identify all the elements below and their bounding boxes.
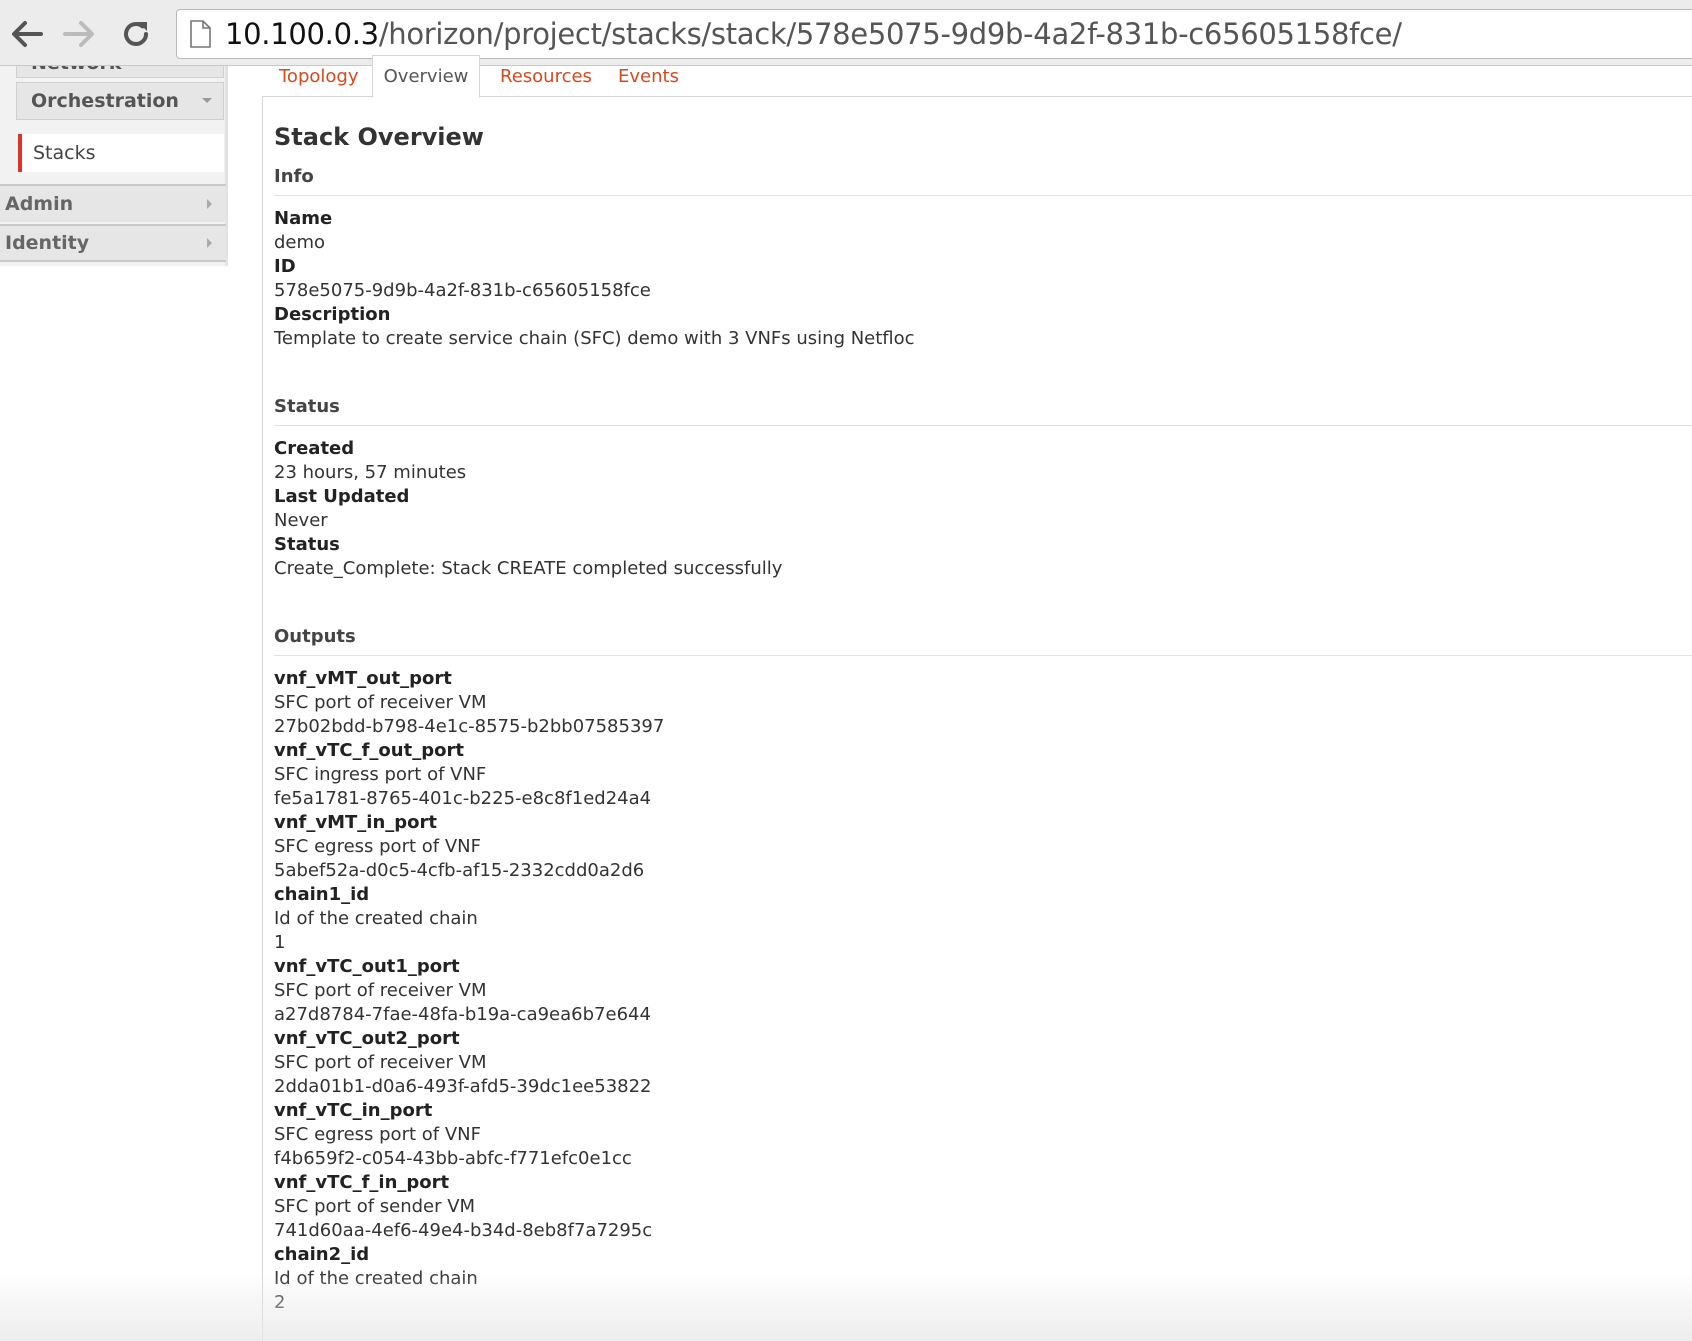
output-value: 741d60aa-4ef6-49e4-b34d-8eb8f7a7295c <box>274 1220 653 1241</box>
arrow-right-icon <box>63 21 94 47</box>
output-key: vnf_vTC_f_out_port <box>274 740 464 761</box>
output-description: Id of the created chain <box>274 1268 478 1289</box>
browser-toolbar: 10.100.0.3/horizon/project/stacks/stack/… <box>0 0 1692 66</box>
output-description: SFC port of receiver VM <box>274 980 487 1001</box>
created-label: Created <box>274 438 355 459</box>
output-key: chain2_id <box>274 1244 370 1265</box>
tab-bar: Topology Overview Resources Events <box>262 55 1692 98</box>
output-key: vnf_vTC_out2_port <box>274 1028 460 1049</box>
sidebar-item-admin[interactable]: Admin <box>0 184 226 222</box>
status-value: Create_Complete: Stack CREATE completed … <box>274 558 783 579</box>
output-value: 1 <box>274 932 286 953</box>
output-key: chain1_id <box>274 884 370 905</box>
sidebar-item-label: Stacks <box>33 142 96 164</box>
output-description: SFC port of receiver VM <box>274 692 487 713</box>
output-key: vnf_vTC_f_in_port <box>274 1172 450 1193</box>
status-label: Status <box>274 534 340 555</box>
created-value: 23 hours, 57 minutes <box>274 462 467 483</box>
info-list: Name demo ID 578e5075-9d9b-4a2f-831b-c65… <box>274 207 1674 351</box>
output-key: vnf_vTC_out1_port <box>274 956 460 977</box>
description-label: Description <box>274 304 391 325</box>
last-updated-value: Never <box>274 510 328 531</box>
sidebar-item-label: Network <box>31 66 121 74</box>
info-heading: Info <box>274 166 314 187</box>
sidebar: Network Orchestration Stacks Admin Ident… <box>0 66 228 286</box>
output-key: vnf_vTC_in_port <box>274 1100 433 1121</box>
output-description: SFC egress port of VNF <box>274 1124 481 1145</box>
url-host: 10.100.0.3 <box>225 17 379 51</box>
output-value: f4b659f2-c054-43bb-abfc-f771efc0e1cc <box>274 1148 632 1169</box>
status-list: Created 23 hours, 57 minutes Last Update… <box>274 437 1674 581</box>
sidebar-item-label: Admin <box>5 193 74 215</box>
main-content: Topology Overview Resources Events Stack… <box>262 55 1692 1341</box>
page-title: Stack Overview <box>274 123 484 151</box>
overview-panel: Stack Overview Info Name demo ID 578e507… <box>262 97 1692 1341</box>
output-value: 5abef52a-d0c5-4cfb-af15-2332cdd0a2d6 <box>274 860 645 881</box>
output-value: 2 <box>274 1292 286 1313</box>
id-label: ID <box>274 256 296 277</box>
forward-button[interactable] <box>60 14 100 54</box>
arrow-left-icon <box>12 21 43 47</box>
last-updated-label: Last Updated <box>274 486 410 507</box>
status-divider <box>274 425 1692 426</box>
output-value: 2dda01b1-d0a6-493f-afd5-39dc1ee53822 <box>274 1076 652 1097</box>
sidebar-item-identity[interactable]: Identity <box>0 224 226 262</box>
description-value: Template to create service chain (SFC) d… <box>274 328 915 349</box>
output-description: SFC port of sender VM <box>274 1196 476 1217</box>
tab-overview[interactable]: Overview <box>372 55 480 98</box>
sidebar-item-orchestration[interactable]: Orchestration <box>16 82 224 120</box>
outputs-divider <box>274 655 1692 656</box>
url-text[interactable]: 10.100.0.3/horizon/project/stacks/stack/… <box>225 17 1402 51</box>
output-description: SFC ingress port of VNF <box>274 764 487 785</box>
id-value: 578e5075-9d9b-4a2f-831b-c65605158fce <box>274 280 651 301</box>
output-description: Id of the created chain <box>274 908 478 929</box>
url-path: /horizon/project/stacks/stack/578e5075-9… <box>378 17 1402 51</box>
reload-icon <box>124 22 148 46</box>
output-key: vnf_vMT_in_port <box>274 812 438 833</box>
caret-right-icon <box>207 199 212 209</box>
sidebar-item-stacks[interactable]: Stacks <box>18 134 224 172</box>
output-description: SFC egress port of VNF <box>274 836 481 857</box>
document-icon <box>189 20 211 48</box>
output-value: fe5a1781-8765-401c-b225-e8c8f1ed24a4 <box>274 788 652 809</box>
tab-resources[interactable]: Resources <box>500 55 592 97</box>
tab-topology[interactable]: Topology <box>279 55 358 97</box>
reload-button[interactable] <box>116 14 156 54</box>
outputs-list: vnf_vMT_out_port SFC port of receiver VM… <box>274 667 1674 1315</box>
sidebar-item-label: Identity <box>5 232 90 254</box>
outputs-heading: Outputs <box>274 626 356 647</box>
output-value: a27d8784-7fae-48fa-b19a-ca9ea6b7e644 <box>274 1004 651 1025</box>
info-divider <box>274 195 1692 196</box>
output-description: SFC port of receiver VM <box>274 1052 487 1073</box>
sidebar-item-network[interactable]: Network <box>16 66 224 78</box>
output-value: 27b02bdd-b798-4e1c-8575-b2bb07585397 <box>274 716 665 737</box>
name-value: demo <box>274 232 326 253</box>
status-heading: Status <box>274 396 340 417</box>
caret-right-icon <box>207 238 212 248</box>
back-button[interactable] <box>6 14 46 54</box>
name-label: Name <box>274 208 333 229</box>
sidebar-item-label: Orchestration <box>31 90 179 112</box>
caret-down-icon <box>202 98 212 103</box>
output-key: vnf_vMT_out_port <box>274 668 452 689</box>
tab-events[interactable]: Events <box>618 55 679 97</box>
address-bar[interactable]: 10.100.0.3/horizon/project/stacks/stack/… <box>176 9 1692 59</box>
